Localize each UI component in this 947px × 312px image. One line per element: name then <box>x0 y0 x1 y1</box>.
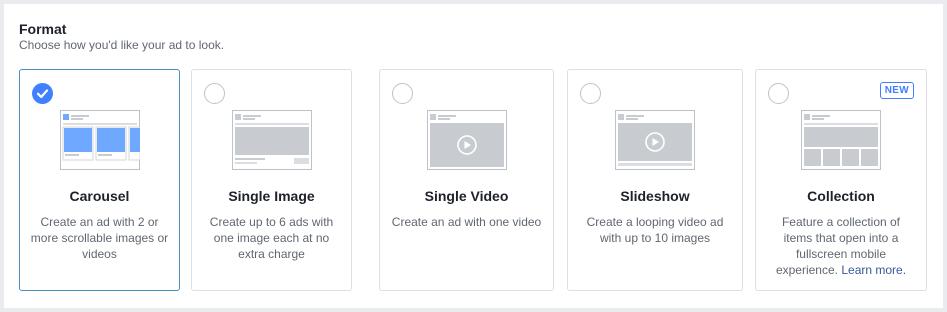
single-video-preview-icon <box>426 110 507 170</box>
card-description: Create up to 6 ads with one image each a… <box>209 215 334 261</box>
checkmark-icon <box>36 89 49 99</box>
format-options: Carousel Create an ad with 2 or more scr… <box>19 69 931 291</box>
card-description: Create a looping video ad with up to 10 … <box>586 215 724 245</box>
format-card-single-video[interactable]: Single Video Create an ad with one video <box>379 69 554 291</box>
new-badge: NEW <box>879 82 914 99</box>
radio-unselected[interactable] <box>580 83 601 104</box>
format-card-collection[interactable]: NEW Collection Feature a collection of i… <box>755 69 927 291</box>
single-image-preview-icon <box>231 110 312 170</box>
slideshow-preview-icon <box>615 110 695 170</box>
radio-unselected[interactable] <box>768 83 789 104</box>
card-description: Create an ad with one video <box>391 215 542 229</box>
card-title: Slideshow <box>620 188 690 204</box>
radio-unselected[interactable] <box>392 83 413 104</box>
format-card-single-image[interactable]: Single Image Create up to 6 ads with one… <box>191 69 352 291</box>
carousel-preview-icon <box>59 110 140 170</box>
section-title: Format <box>19 21 67 37</box>
radio-selected[interactable] <box>32 83 53 104</box>
learn-more-link[interactable]: Learn more. <box>841 263 906 277</box>
card-title: Collection <box>807 188 875 204</box>
collection-preview-icon <box>801 110 881 170</box>
section-subtitle: Choose how you'd like your ad to look. <box>19 38 225 52</box>
card-description: Create an ad with 2 or more scrollable i… <box>30 215 169 261</box>
card-description: Feature a collection of items that open … <box>766 214 916 278</box>
format-card-carousel[interactable]: Carousel Create an ad with 2 or more scr… <box>19 69 180 291</box>
format-panel: Format Choose how you'd like your ad to … <box>4 4 943 308</box>
card-title: Carousel <box>69 188 130 204</box>
format-card-slideshow[interactable]: Slideshow Create a looping video ad with… <box>567 69 743 291</box>
card-title: Single Image <box>228 188 315 204</box>
radio-unselected[interactable] <box>204 83 225 104</box>
card-title: Single Video <box>424 188 509 204</box>
